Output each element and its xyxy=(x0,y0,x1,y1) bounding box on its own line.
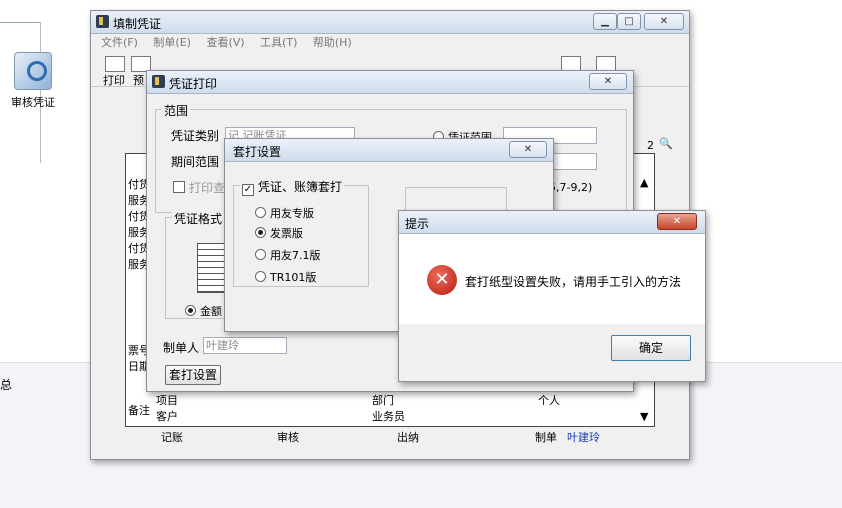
print-dialog-icon xyxy=(152,75,165,88)
maker-label: 制单人 xyxy=(163,341,200,355)
minimize-button[interactable]: ▁ xyxy=(593,13,617,30)
footer-cashier: 出纳 xyxy=(397,431,419,444)
alert-dialog: 提示 ✕ ✕ 套打纸型设置失败，请用手工引入的方法 确定 xyxy=(398,210,706,382)
voucher-type-label: 凭证类别 xyxy=(171,129,220,143)
customer-label: 客户 xyxy=(156,410,178,423)
print-button-label[interactable]: 打印 xyxy=(103,72,125,88)
print-dialog-titlebar[interactable]: 凭证打印 ✕ xyxy=(147,71,633,94)
alert-close-button[interactable]: ✕ xyxy=(657,213,697,230)
search-icon[interactable]: 🔍 xyxy=(659,137,673,150)
print-setup-button[interactable]: 套打设置 xyxy=(165,365,221,385)
range-group-label: 范围 xyxy=(162,102,191,119)
error-icon: ✕ xyxy=(427,265,457,295)
alert-message: 套打纸型设置失败，请用手工引入的方法 xyxy=(465,275,682,289)
footer-audit: 审核 xyxy=(277,431,299,444)
alert-dialog-titlebar[interactable]: 提示 ✕ xyxy=(399,211,705,234)
voucher-window-titlebar[interactable]: 填制凭证 ▁ □ ✕ xyxy=(91,11,689,34)
personal-label: 个人 xyxy=(538,394,560,407)
alert-dialog-title: 提示 xyxy=(405,217,430,231)
scroll-down-arrow[interactable]: ▼ xyxy=(640,410,648,423)
option-yonyou-71[interactable]: 用友7.1版 xyxy=(255,247,321,263)
menu-tools[interactable]: 工具(T) xyxy=(260,36,297,49)
option-invoice[interactable]: 发票版 xyxy=(255,225,303,241)
salesman-label: 业务员 xyxy=(372,410,405,423)
option-yonyou-special[interactable]: 用友专版 xyxy=(255,205,314,221)
scroll-up-arrow[interactable]: ▲ xyxy=(640,176,648,189)
preview-button-label[interactable]: 预 xyxy=(133,72,144,88)
menu-bar: 文件(F) 制单(E) 查看(V) 工具(T) 帮助(H) xyxy=(91,34,689,52)
maximize-button[interactable]: □ xyxy=(617,13,641,30)
desktop-left-text: 总 xyxy=(0,378,13,392)
remark-label: 备注 xyxy=(128,404,150,417)
audit-voucher-shortcut[interactable]: 审核凭证 xyxy=(4,52,62,110)
menu-file[interactable]: 文件(F) xyxy=(101,36,138,49)
menu-help[interactable]: 帮助(H) xyxy=(313,36,352,49)
page-count: 2 xyxy=(647,139,654,152)
range-hint: 5,7-9,2) xyxy=(549,181,593,194)
period-range-label: 期间范围 xyxy=(171,155,220,169)
print-dialog-title: 凭证打印 xyxy=(169,77,218,91)
app-icon xyxy=(96,15,109,28)
print-dialog-close-button[interactable]: ✕ xyxy=(589,73,627,90)
print-check[interactable]: 打印查 xyxy=(173,179,225,196)
menu-make[interactable]: 制单(E) xyxy=(153,36,191,49)
footer-bookkeep: 记账 xyxy=(161,431,183,444)
setup-dialog-title: 套打设置 xyxy=(233,145,282,159)
setup-dialog-close-button[interactable]: ✕ xyxy=(509,141,547,158)
menu-view[interactable]: 查看(V) xyxy=(206,36,244,49)
footer-maker: 制单 xyxy=(535,431,557,444)
format-group-label: 凭证格式 xyxy=(172,210,225,227)
voucher-window-title: 填制凭证 xyxy=(113,17,162,31)
amount-format-radio[interactable]: 金额 xyxy=(185,303,222,319)
item-label: 项目 xyxy=(156,394,178,407)
dept-label: 部门 xyxy=(372,394,394,407)
close-button[interactable]: ✕ xyxy=(644,13,684,30)
ok-button[interactable]: 确定 xyxy=(611,335,691,361)
footer-maker-name: 叶建玲 xyxy=(567,431,600,444)
audit-voucher-label: 审核凭证 xyxy=(11,96,55,109)
maker-select[interactable]: 叶建玲 xyxy=(203,337,287,354)
option-tr101[interactable]: TR101版 xyxy=(255,269,316,285)
audit-voucher-icon xyxy=(14,52,52,90)
voucher-ledger-check[interactable]: ✓ 凭证、账簿套打 xyxy=(240,178,345,196)
setup-dialog-titlebar[interactable]: 套打设置 ✕ xyxy=(225,139,553,162)
printer-icon[interactable] xyxy=(105,56,125,72)
